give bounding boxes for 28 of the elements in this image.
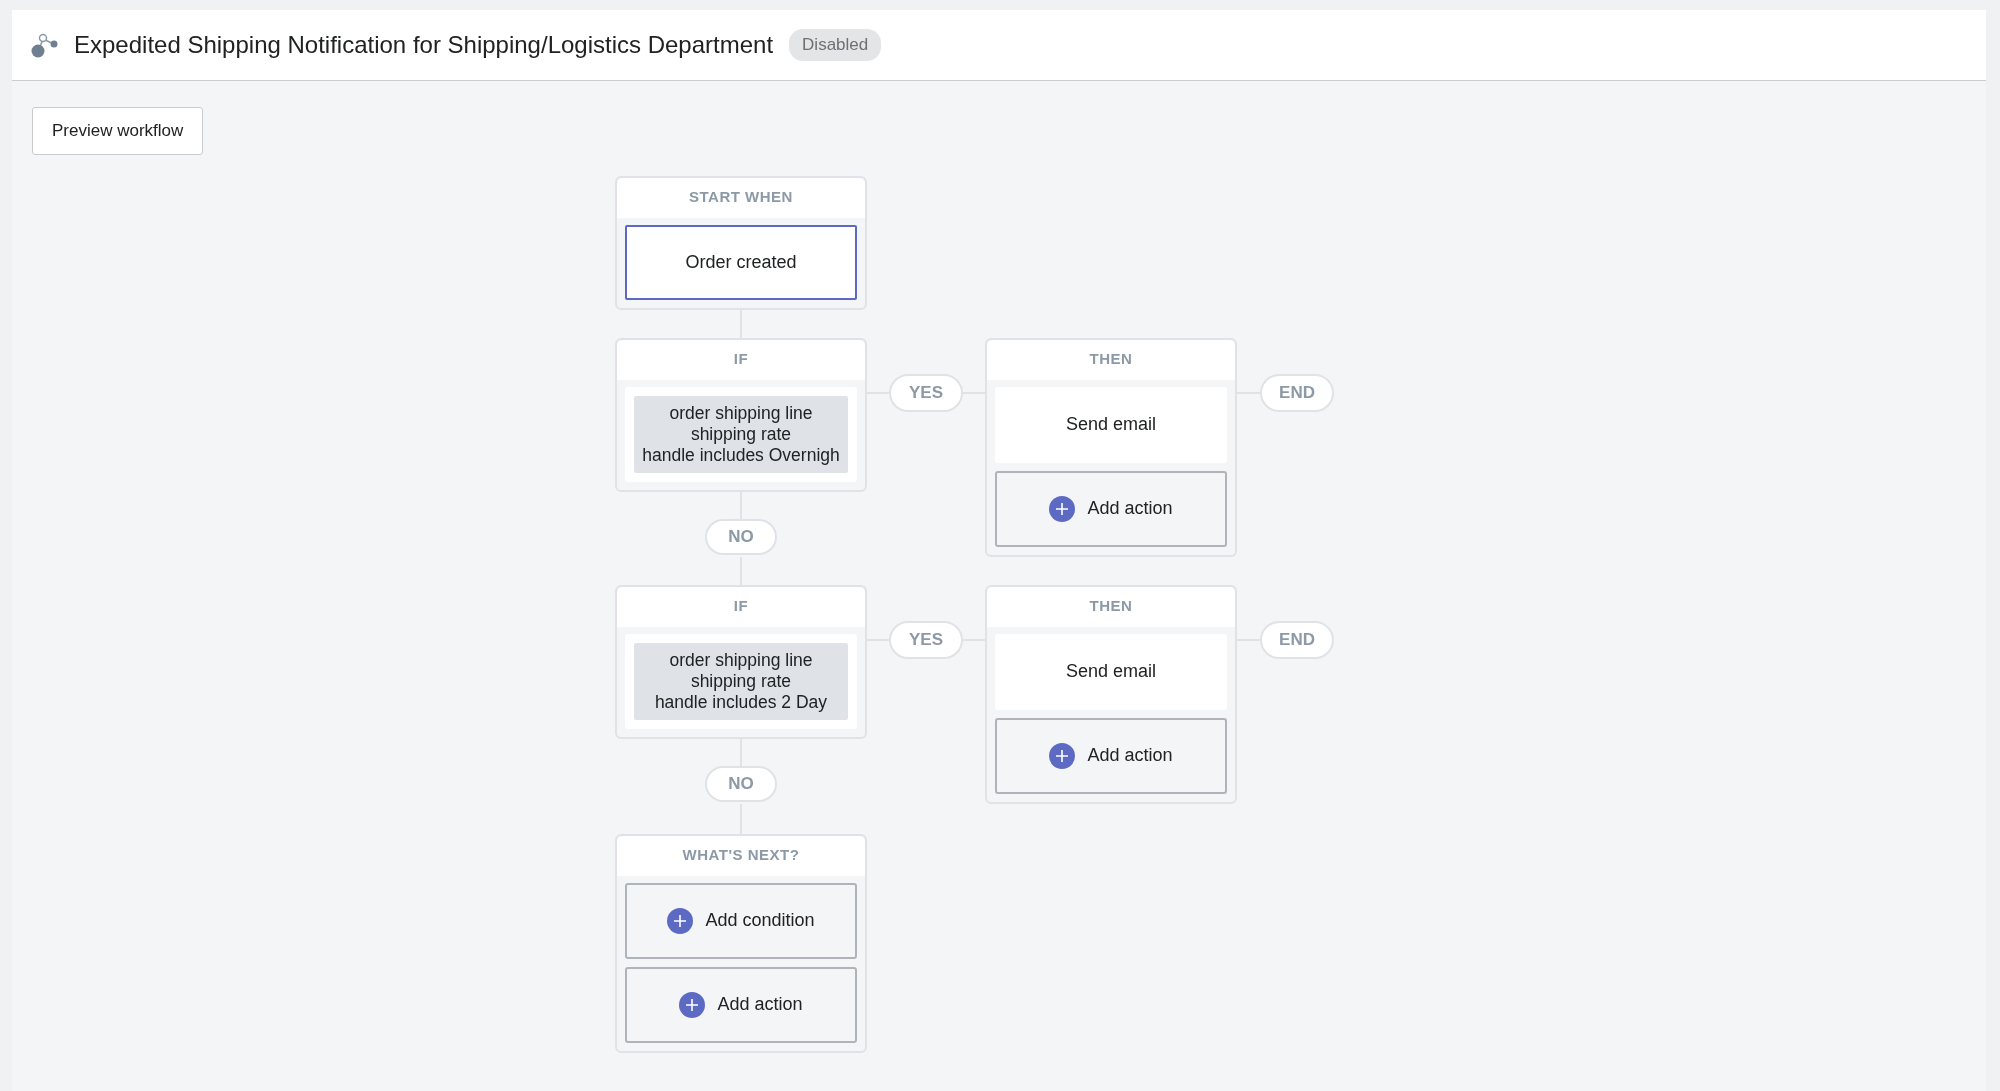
add-button[interactable]: Add condition: [625, 882, 857, 959]
plus-icon: [679, 991, 706, 1018]
action-item[interactable]: Send email: [995, 633, 1227, 710]
add-button[interactable]: Add action: [625, 966, 857, 1043]
card-heading: WHAT'S NEXT?: [617, 835, 865, 876]
plus-icon: [667, 907, 694, 934]
card-heading: IF: [617, 586, 865, 627]
condition-text[interactable]: order shipping line shipping rate handle includes Overnigh: [634, 395, 848, 473]
workflow-title: Expedited Shipping Notification for Shipping/Logistics Department: [74, 30, 774, 60]
card-heading: THEN: [987, 586, 1235, 627]
plus-icon: [1049, 742, 1076, 769]
card-heading: START WHEN: [617, 177, 865, 218]
preview-workflow-button[interactable]: Preview workflow: [32, 107, 204, 155]
condition-text[interactable]: order shipping line shipping rate handle includes 2 Day: [634, 642, 848, 720]
no-label: NO: [705, 518, 777, 555]
card-heading: THEN: [987, 339, 1235, 380]
end-label: END: [1260, 373, 1334, 412]
yes-label: YES: [889, 373, 963, 412]
end-label: END: [1260, 620, 1334, 659]
yes-label: YES: [889, 620, 963, 659]
plus-icon: [1049, 495, 1076, 522]
card-heading: IF: [617, 339, 865, 380]
trigger-item[interactable]: Order created: [625, 224, 857, 300]
add-button[interactable]: Add action: [995, 717, 1227, 794]
add-button[interactable]: Add action: [995, 470, 1227, 547]
status-badge: Disabled: [789, 29, 882, 61]
action-item[interactable]: Send email: [995, 386, 1227, 463]
no-label: NO: [705, 765, 777, 802]
